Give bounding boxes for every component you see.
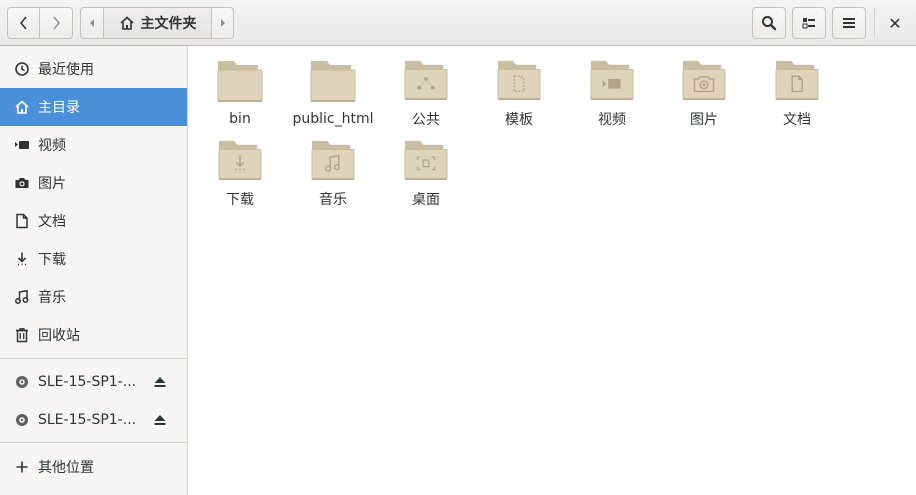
chevron-left-icon [19, 16, 27, 30]
breadcrumb-home-button[interactable]: 主文件夹 [103, 7, 212, 39]
folder-item[interactable]: 公共 [381, 53, 471, 129]
sidebar-item-documents[interactable]: 文档 [0, 202, 187, 240]
folder-name: 图片 [690, 112, 718, 128]
folder-name: 模板 [505, 112, 533, 128]
template-folder-icon [497, 60, 541, 101]
sidebar-item-device-2[interactable]: SLE-15-SP1-... [0, 401, 187, 439]
home-icon [14, 99, 30, 115]
menu-button[interactable] [832, 7, 866, 39]
view-toggle-button[interactable] [792, 7, 826, 39]
sidebar-item-label: 音乐 [38, 290, 66, 306]
search-icon [762, 16, 777, 31]
folder-item[interactable]: public_html [288, 53, 378, 129]
sidebar-item-label: SLE-15-SP1-... [38, 374, 137, 390]
navigation-buttons [7, 7, 73, 39]
sidebar-item-home[interactable]: 主目录 [0, 88, 187, 126]
folder-icon [217, 61, 263, 102]
folder-item[interactable]: 文档 [752, 53, 842, 129]
path-bar: 主文件夹 [80, 7, 234, 39]
folder-item[interactable]: 桌面 [381, 133, 471, 209]
sidebar-item-music[interactable]: 音乐 [0, 278, 187, 316]
folder-name: 音乐 [319, 192, 347, 208]
music-folder-icon [311, 140, 355, 181]
music-icon [14, 289, 30, 305]
triangle-left-icon [90, 19, 94, 27]
folder-item[interactable]: 视频 [567, 53, 657, 129]
sidebar-item-downloads[interactable]: 下载 [0, 240, 187, 278]
hamburger-menu-icon [843, 18, 855, 28]
list-view-icon [802, 18, 815, 29]
desktop-folder-icon [404, 140, 448, 181]
sidebar-item-label: 文档 [38, 214, 66, 230]
disc-icon [14, 412, 30, 428]
camera-icon [14, 175, 30, 191]
video-folder-icon [590, 60, 634, 101]
folder-name: 下载 [226, 192, 254, 208]
folder-item[interactable]: 下载 [195, 133, 285, 209]
download-icon [14, 251, 30, 267]
sidebar-item-videos[interactable]: 视频 [0, 126, 187, 164]
chevron-right-icon [53, 16, 60, 30]
video-icon [14, 137, 30, 153]
sidebar: 最近使用 主目录 视频 图片 文档 下载 音乐 回收站 SLE-15-SP1-.… [0, 46, 188, 495]
sidebar-separator [0, 442, 187, 443]
sidebar-item-label: 其他位置 [38, 460, 94, 476]
path-scroll-right-button[interactable] [211, 7, 234, 39]
close-button[interactable]: ✕ [878, 7, 912, 39]
file-grid: bin public_html 公共 模板 视频 图片 文档 下载 音乐 桌面 [189, 47, 916, 495]
home-icon [119, 16, 134, 30]
downloads-folder-icon [218, 140, 262, 181]
shared-folder-icon [404, 60, 448, 101]
eject-icon[interactable] [153, 375, 167, 389]
close-icon: ✕ [888, 13, 902, 33]
sidebar-item-label: 回收站 [38, 328, 80, 344]
documents-folder-icon [775, 60, 819, 101]
pictures-folder-icon [682, 60, 726, 101]
sidebar-item-label: 图片 [38, 176, 66, 192]
folder-item[interactable]: 音乐 [288, 133, 378, 209]
header-bar: 主文件夹 ✕ [0, 0, 916, 46]
recent-clock-icon [14, 61, 30, 77]
sidebar-item-trash[interactable]: 回收站 [0, 316, 187, 354]
folder-item[interactable]: 图片 [659, 53, 749, 129]
folder-name: bin [229, 111, 251, 127]
eject-icon[interactable] [153, 413, 167, 427]
sidebar-item-other-locations[interactable]: 其他位置 [0, 448, 187, 486]
document-icon [14, 213, 30, 229]
trash-icon [14, 327, 30, 343]
triangle-right-icon [220, 19, 225, 27]
folder-name: public_html [292, 111, 374, 127]
sidebar-item-device-1[interactable]: SLE-15-SP1-... [0, 363, 187, 401]
sidebar-item-label: SLE-15-SP1-... [38, 412, 137, 428]
folder-item[interactable]: bin [195, 53, 285, 129]
sidebar-item-label: 视频 [38, 138, 66, 154]
header-separator [874, 8, 875, 38]
sidebar-separator [0, 358, 187, 359]
folder-name: 视频 [598, 112, 626, 128]
sidebar-item-recent[interactable]: 最近使用 [0, 50, 187, 88]
sidebar-item-label: 主目录 [38, 100, 80, 116]
folder-name: 桌面 [412, 192, 440, 208]
sidebar-item-pictures[interactable]: 图片 [0, 164, 187, 202]
breadcrumb-label: 主文件夹 [140, 16, 197, 32]
folder-item[interactable]: 模板 [474, 53, 564, 129]
search-button[interactable] [752, 7, 786, 39]
path-scroll-left-button[interactable] [80, 7, 104, 39]
sidebar-item-label: 最近使用 [38, 62, 94, 78]
back-button[interactable] [7, 7, 40, 39]
folder-name: 公共 [412, 112, 440, 128]
plus-icon [14, 459, 30, 475]
folder-name: 文档 [783, 112, 811, 128]
disc-icon [14, 374, 30, 390]
forward-button[interactable] [39, 7, 73, 39]
sidebar-item-label: 下载 [38, 252, 66, 268]
folder-icon [310, 61, 356, 102]
